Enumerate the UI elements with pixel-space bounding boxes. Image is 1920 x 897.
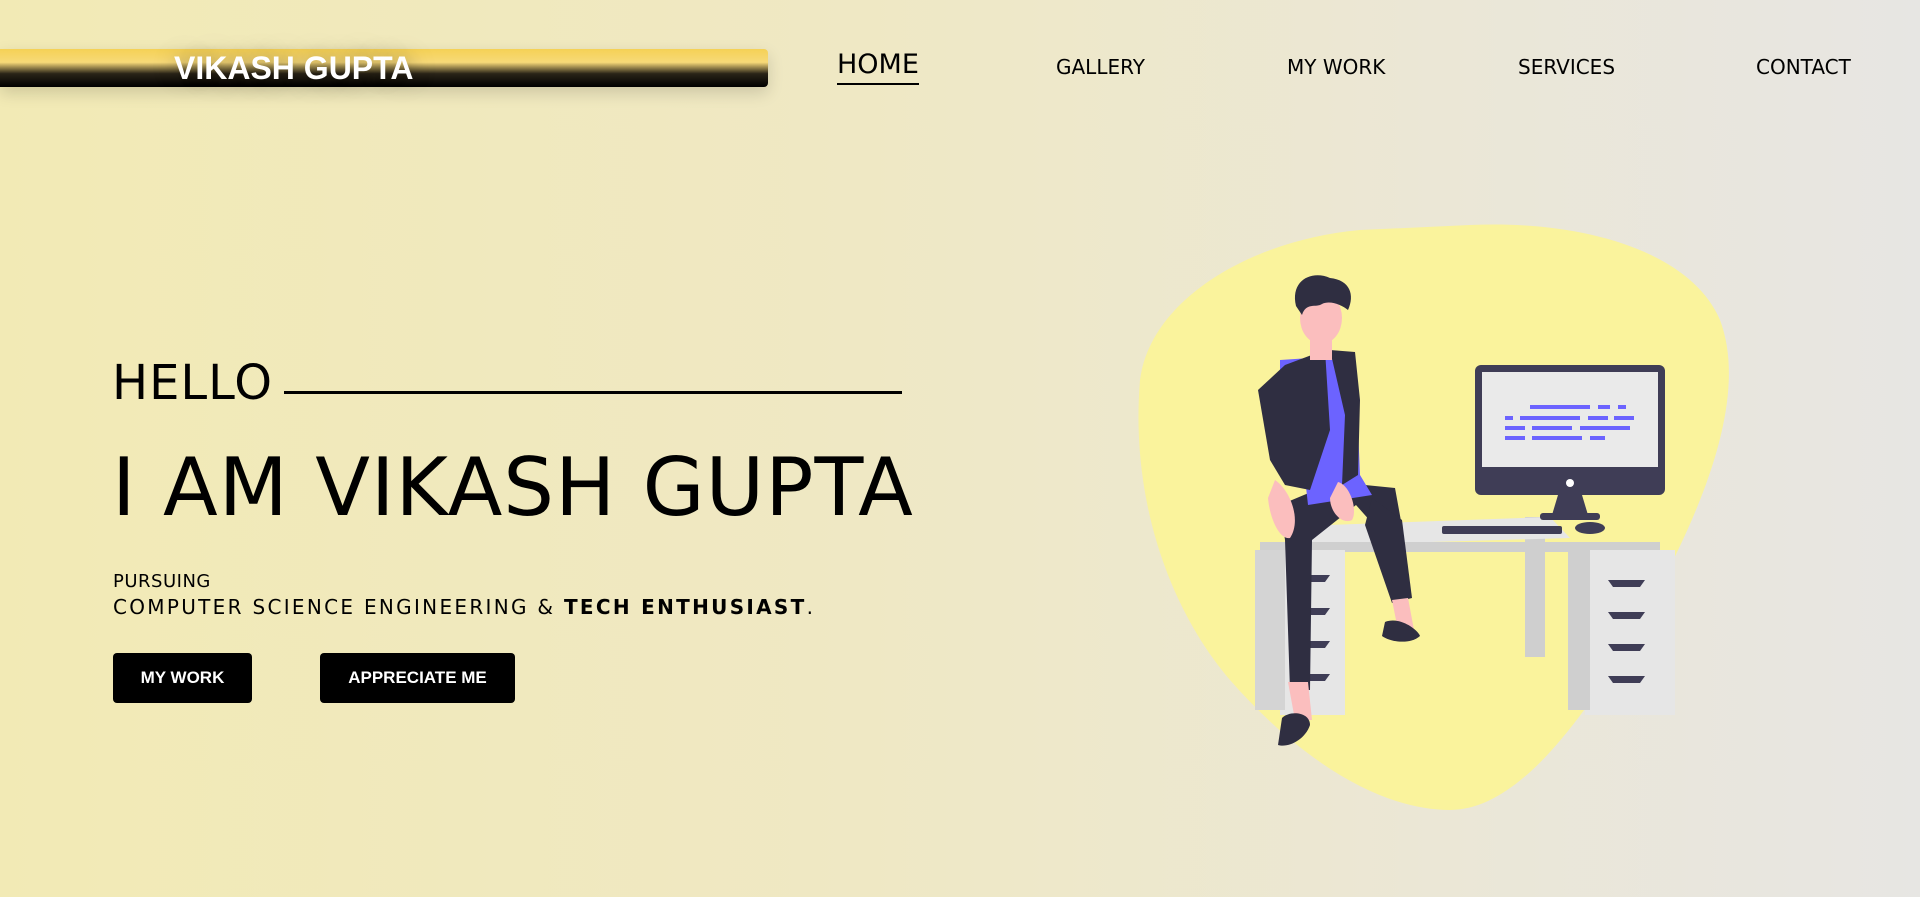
hero-pursuing: PURSUING <box>113 571 211 592</box>
nav-services[interactable]: SERVICES <box>1518 52 1615 82</box>
subtitle-main: COMPUTER SCIENCE ENGINEERING & <box>113 595 564 619</box>
main-nav: HOME GALLERY MY WORK SERVICES CONTACT <box>0 0 1920 120</box>
hero-title: I AM VIKASH GUPTA <box>112 441 914 534</box>
hero-subtitle: COMPUTER SCIENCE ENGINEERING & TECH ENTH… <box>113 594 815 620</box>
yellow-blob-shape <box>1138 224 1729 811</box>
appreciate-me-button[interactable]: APPRECIATE ME <box>320 653 515 703</box>
my-work-button[interactable]: MY WORK <box>113 653 252 703</box>
nav-home[interactable]: HOME <box>837 47 919 85</box>
nav-my-work[interactable]: MY WORK <box>1287 52 1385 82</box>
person-at-desk-illustration <box>1138 224 1729 811</box>
subtitle-strong: TECH ENTHUSIAST <box>563 595 807 619</box>
nav-gallery[interactable]: GALLERY <box>1056 52 1145 82</box>
hero-hello: HELLO <box>112 355 273 411</box>
subtitle-end: . <box>806 595 816 619</box>
hello-divider-line <box>284 391 902 394</box>
nav-contact[interactable]: CONTACT <box>1756 52 1851 82</box>
